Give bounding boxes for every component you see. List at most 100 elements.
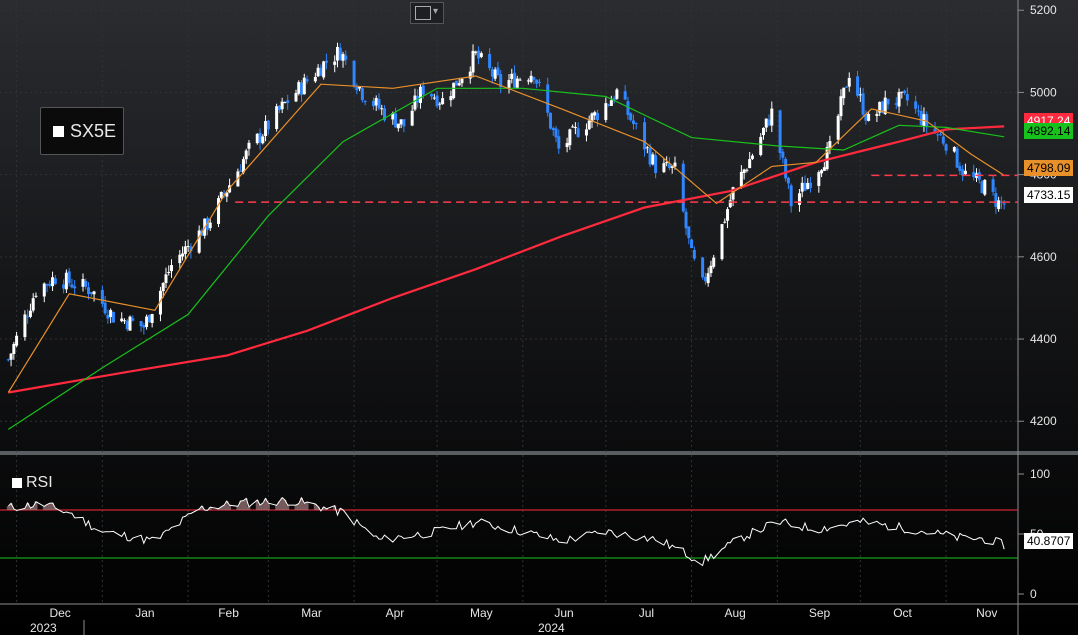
candle-body bbox=[167, 271, 171, 273]
candle-body bbox=[703, 276, 707, 282]
candle-body bbox=[554, 128, 558, 138]
candle-body bbox=[822, 167, 826, 171]
chart-window: Dec Jan Feb Mar Apr May Jun Jul Aug Sep Oct Nov 2023… bbox=[0, 0, 1078, 635]
candle-body bbox=[980, 181, 984, 194]
candle-body bbox=[12, 343, 16, 355]
candle-body bbox=[313, 76, 317, 82]
candle-body bbox=[745, 169, 749, 171]
candle-body bbox=[507, 79, 511, 88]
candle-body bbox=[701, 257, 705, 278]
candle-body bbox=[305, 79, 309, 82]
candle-body bbox=[255, 133, 259, 144]
candle-body bbox=[692, 250, 696, 259]
price-tick-label: 4400 bbox=[1030, 332, 1057, 346]
candle-body bbox=[410, 110, 414, 126]
ma20-value-tag: 4798.09 bbox=[1024, 160, 1074, 176]
candle-body bbox=[654, 155, 658, 174]
candle-body bbox=[997, 200, 1001, 209]
month-tick-label: Sep bbox=[809, 606, 831, 620]
candle-body bbox=[955, 148, 959, 168]
month-tick-label: Oct bbox=[893, 606, 912, 620]
candle-body bbox=[728, 200, 732, 208]
candle-body bbox=[319, 67, 323, 76]
candle-body bbox=[496, 67, 500, 75]
candle-body bbox=[604, 103, 608, 120]
last-price-tag: 4733.15 bbox=[1024, 187, 1074, 203]
candle-body bbox=[164, 274, 168, 284]
rsi-legend-label: RSI bbox=[26, 474, 53, 491]
rsi-legend: RSI bbox=[12, 474, 53, 492]
candle-body bbox=[355, 87, 359, 91]
candle-body bbox=[280, 101, 284, 110]
candle-body bbox=[89, 292, 93, 295]
candle-body bbox=[720, 224, 724, 260]
candle-body bbox=[42, 283, 46, 297]
candle-body bbox=[526, 80, 530, 82]
candle-body bbox=[941, 136, 945, 144]
candle-body bbox=[510, 73, 514, 79]
candle-body bbox=[706, 273, 710, 284]
candle-body bbox=[952, 147, 956, 152]
month-tick-label: Feb bbox=[218, 606, 239, 620]
candle-body bbox=[239, 170, 243, 172]
rsi-overbought-shade bbox=[305, 502, 309, 510]
line-chart-icon bbox=[415, 6, 431, 20]
legend-label: SX5E bbox=[70, 120, 117, 141]
candle-body bbox=[9, 353, 13, 360]
chart-type-button[interactable]: ▾ bbox=[410, 2, 444, 24]
candle-body bbox=[183, 246, 187, 254]
candle-body bbox=[739, 171, 743, 187]
candle-body bbox=[684, 211, 688, 229]
candle-body bbox=[573, 127, 577, 129]
candle-body bbox=[593, 112, 597, 116]
candle-body bbox=[905, 94, 909, 101]
candle-body bbox=[147, 314, 151, 323]
month-tick-label: Mar bbox=[301, 606, 322, 620]
candle-body bbox=[170, 265, 174, 272]
candle-body bbox=[6, 359, 10, 361]
candle-body bbox=[673, 162, 677, 167]
candle-body bbox=[266, 120, 270, 130]
candle-body bbox=[861, 93, 865, 115]
candle-body bbox=[53, 278, 57, 285]
candle-body bbox=[380, 108, 384, 110]
candle-body bbox=[1002, 203, 1006, 205]
candle-body bbox=[178, 254, 182, 264]
candle-body bbox=[712, 257, 716, 267]
candle-body bbox=[623, 91, 627, 100]
chevron-down-icon: ▾ bbox=[433, 6, 439, 17]
month-tick-label: Nov bbox=[976, 606, 997, 620]
candle-body bbox=[515, 78, 519, 88]
candle-body bbox=[723, 221, 727, 223]
candle-body bbox=[344, 55, 348, 60]
candle-body bbox=[302, 77, 306, 95]
candle-body bbox=[399, 119, 403, 125]
candle-body bbox=[335, 46, 339, 61]
candle-body bbox=[479, 53, 483, 57]
candle-body bbox=[643, 122, 647, 150]
candle-body bbox=[557, 136, 561, 149]
candle-body bbox=[26, 316, 30, 318]
candle-body bbox=[629, 113, 633, 121]
ma50-line bbox=[7, 87, 1005, 430]
candle-body bbox=[15, 335, 19, 346]
candle-body bbox=[297, 82, 301, 94]
candle-body bbox=[396, 123, 400, 129]
candle-body bbox=[903, 90, 907, 94]
candle-body bbox=[474, 51, 478, 53]
price-tick-label: 4200 bbox=[1030, 414, 1057, 428]
candle-body bbox=[488, 54, 492, 69]
candle-body bbox=[421, 85, 425, 95]
candle-body bbox=[87, 287, 91, 295]
candle-body bbox=[64, 272, 68, 290]
candle-body bbox=[584, 129, 588, 136]
candle-body bbox=[197, 230, 201, 253]
candle-body bbox=[596, 112, 600, 121]
candle-body bbox=[34, 295, 38, 297]
candle-body bbox=[709, 265, 713, 274]
rsi-line bbox=[7, 496, 1005, 567]
candle-body bbox=[413, 95, 417, 110]
rsi-overbought-shade bbox=[286, 505, 290, 510]
candle-body bbox=[457, 83, 461, 86]
candle-body bbox=[493, 69, 497, 79]
